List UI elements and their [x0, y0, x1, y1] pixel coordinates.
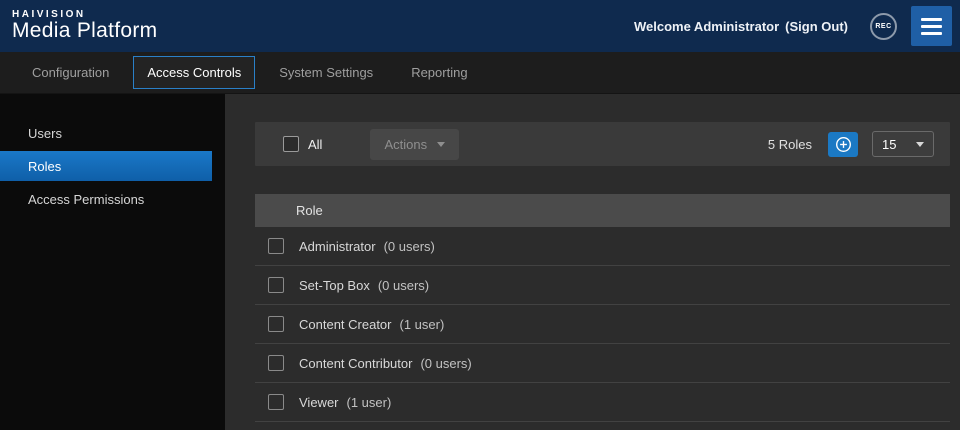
- role-user-count: (1 user): [347, 395, 392, 410]
- page-size-value: 15: [882, 137, 896, 152]
- toolbar: All Actions 5 Roles 15: [255, 122, 950, 166]
- table-row-content-contributor[interactable]: Content Contributor (0 users): [255, 344, 950, 383]
- sidebar-item-access-permissions[interactable]: Access Permissions: [0, 184, 225, 214]
- sidebar-item-users[interactable]: Users: [0, 118, 225, 148]
- rec-badge[interactable]: REC: [870, 13, 897, 40]
- chevron-down-icon: [916, 142, 924, 147]
- table-row-content-creator[interactable]: Content Creator (1 user): [255, 305, 950, 344]
- page-size-dropdown[interactable]: 15: [872, 131, 934, 157]
- welcome-text: Welcome Administrator: [634, 19, 779, 34]
- select-all-checkbox[interactable]: [283, 136, 299, 152]
- hamburger-menu-icon[interactable]: [911, 6, 952, 46]
- row-checkbox[interactable]: [268, 394, 284, 410]
- select-all-label: All: [308, 137, 322, 152]
- role-user-count: (0 users): [420, 356, 471, 371]
- row-checkbox[interactable]: [268, 238, 284, 254]
- role-name: Set-Top Box: [299, 278, 370, 293]
- row-checkbox[interactable]: [268, 355, 284, 371]
- tab-configuration[interactable]: Configuration: [18, 56, 123, 89]
- role-user-count: (0 users): [378, 278, 429, 293]
- main-panel: All Actions 5 Roles 15: [225, 94, 960, 430]
- brand-logo: HAIVISION Media Platform: [12, 10, 157, 43]
- actions-dropdown-button[interactable]: Actions: [370, 129, 459, 160]
- tab-reporting[interactable]: Reporting: [397, 56, 481, 89]
- table-row-set-top-box[interactable]: Set-Top Box (0 users): [255, 266, 950, 305]
- top-header: HAIVISION Media Platform Welcome Adminis…: [0, 0, 960, 52]
- row-checkbox[interactable]: [268, 277, 284, 293]
- roles-table: Role Administrator (0 users) Set-Top Box…: [255, 194, 950, 422]
- product-name: Media Platform: [12, 20, 157, 42]
- sign-out-link[interactable]: (Sign Out): [785, 19, 848, 34]
- roles-count-label: 5 Roles: [768, 137, 812, 152]
- role-name: Viewer: [299, 395, 339, 410]
- role-user-count: (0 users): [384, 239, 435, 254]
- role-name: Administrator: [299, 239, 376, 254]
- sidebar-item-roles[interactable]: Roles: [0, 151, 212, 181]
- tab-access-controls[interactable]: Access Controls: [133, 56, 255, 89]
- table-header-role: Role: [255, 194, 950, 227]
- role-name: Content Contributor: [299, 356, 412, 371]
- table-row-administrator[interactable]: Administrator (0 users): [255, 227, 950, 266]
- actions-label: Actions: [384, 137, 427, 152]
- row-checkbox[interactable]: [268, 316, 284, 332]
- tab-system-settings[interactable]: System Settings: [265, 56, 387, 89]
- table-row-viewer[interactable]: Viewer (1 user): [255, 383, 950, 422]
- welcome-area: Welcome Administrator (Sign Out): [634, 19, 848, 34]
- content-body: Users Roles Access Permissions All Actio…: [0, 94, 960, 430]
- main-nav-tabbar: Configuration Access Controls System Set…: [0, 52, 960, 94]
- plus-circle-icon: [835, 136, 852, 153]
- role-name: Content Creator: [299, 317, 392, 332]
- sidebar: Users Roles Access Permissions: [0, 94, 225, 430]
- chevron-down-icon: [437, 142, 445, 147]
- role-user-count: (1 user): [400, 317, 445, 332]
- add-role-button[interactable]: [828, 132, 858, 157]
- app-window: HAIVISION Media Platform Welcome Adminis…: [0, 0, 960, 430]
